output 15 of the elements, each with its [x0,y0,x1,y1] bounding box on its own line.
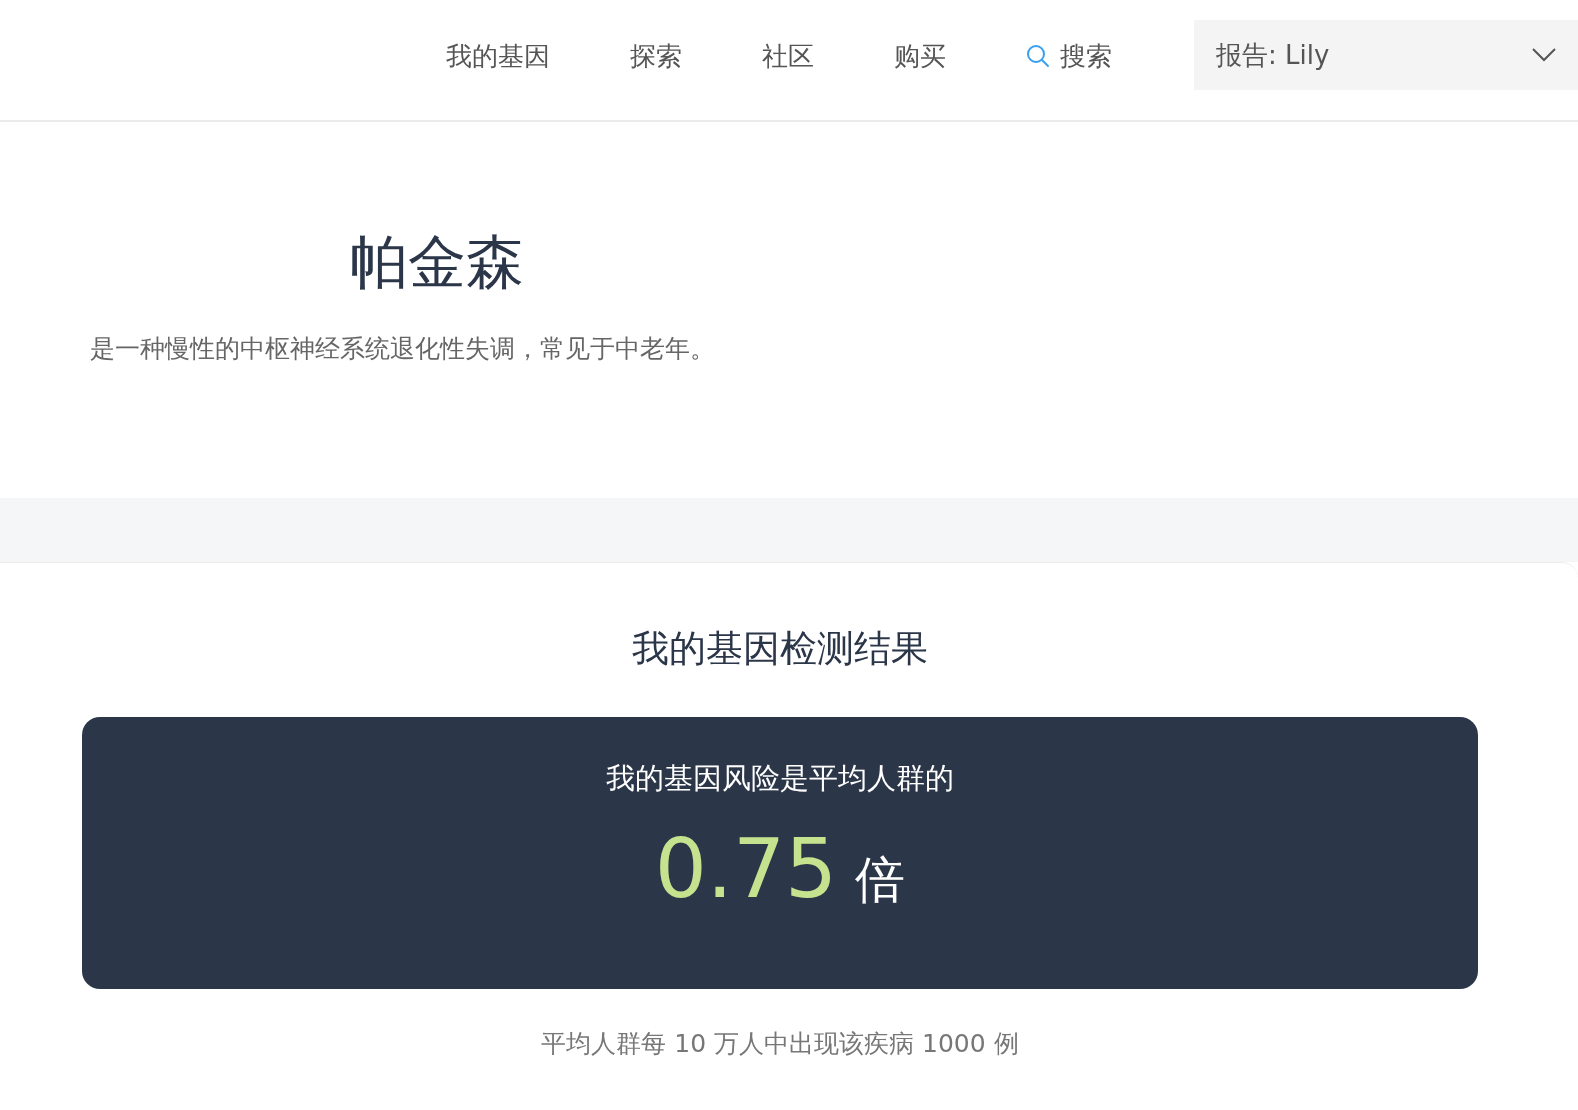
report-dropdown[interactable]: 报告: Lily [1194,20,1578,90]
nav-link[interactable]: 购买 [894,36,946,76]
risk-value: 0.75 [654,821,838,916]
disease-title: 帕金森 [350,227,525,298]
nav-link[interactable]: 我的基因 [446,36,550,76]
risk-unit: 倍 [855,850,906,911]
nav-link[interactable]: 社区 [762,36,814,76]
search-link[interactable]: 搜索 [1026,36,1112,76]
population-note: 平均人群每 10 万人中出现该疾病 1000 例 [541,1028,1019,1060]
nav-link[interactable]: 探索 [630,36,682,76]
risk-label: 我的基因风险是平均人群的 [606,760,954,797]
chevron-down-icon [1532,48,1556,62]
disease-description: 是一种慢性的中枢神经系统退化性失调，常见于中老年。 [90,333,716,365]
result-heading: 我的基因检测结果 [632,626,928,672]
search-icon [1026,44,1050,68]
